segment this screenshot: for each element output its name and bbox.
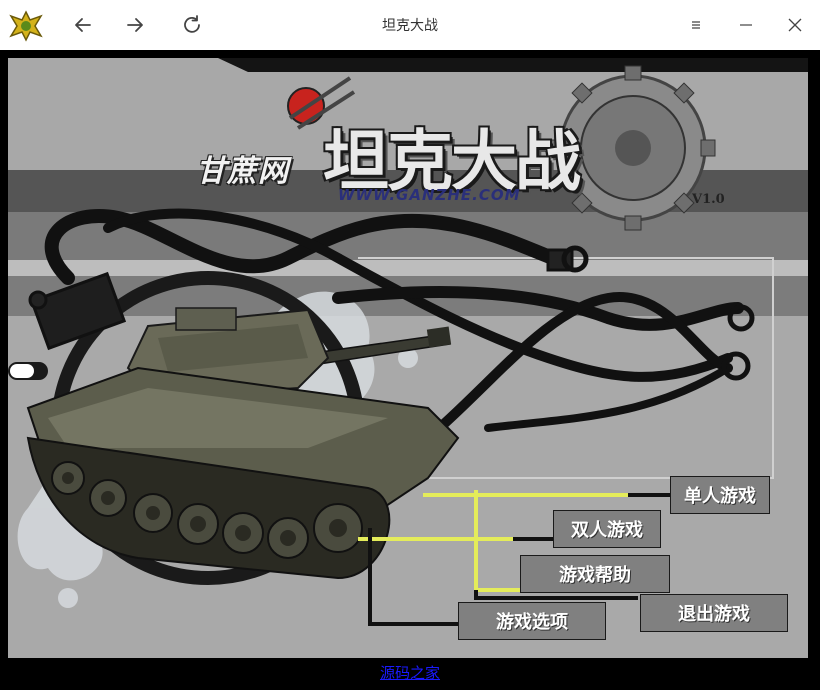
back-button[interactable] bbox=[68, 10, 98, 40]
sound-toggle[interactable] bbox=[8, 362, 48, 380]
menu-button[interactable] bbox=[683, 12, 709, 38]
minimize-button[interactable] bbox=[733, 12, 759, 38]
close-button[interactable] bbox=[782, 12, 808, 38]
forward-button[interactable] bbox=[120, 10, 150, 40]
toggle-knob bbox=[10, 364, 34, 378]
site-url: WWW.GANZHE.COM bbox=[338, 186, 521, 204]
menu-icon bbox=[692, 21, 700, 29]
options-button[interactable]: 游戏选项 bbox=[458, 602, 606, 640]
footer-link[interactable]: 源码之家 bbox=[0, 662, 820, 683]
two-player-button[interactable]: 双人游戏 bbox=[553, 510, 661, 548]
refresh-icon bbox=[184, 15, 200, 33]
exit-button[interactable]: 退出游戏 bbox=[640, 594, 788, 632]
minimize-icon bbox=[740, 24, 752, 26]
app-logo-icon bbox=[8, 8, 44, 44]
version-label: V1.0 bbox=[692, 192, 725, 207]
help-button[interactable]: 游戏帮助 bbox=[520, 555, 670, 593]
site-logo: 甘蔗网 bbox=[196, 154, 289, 189]
title-bar: 坦克大战 bbox=[0, 0, 820, 50]
game-canvas: 甘蔗网 坦克大战 WWW.GANZHE.COM V1.0 单人游戏 双人游戏 游… bbox=[8, 58, 808, 658]
arrow-right-icon bbox=[127, 18, 143, 32]
arrow-left-icon bbox=[75, 18, 91, 32]
footer-bar: 源码之家 bbox=[0, 658, 820, 690]
single-player-button[interactable]: 单人游戏 bbox=[670, 476, 770, 514]
close-icon bbox=[788, 18, 802, 32]
refresh-button[interactable] bbox=[177, 10, 207, 40]
